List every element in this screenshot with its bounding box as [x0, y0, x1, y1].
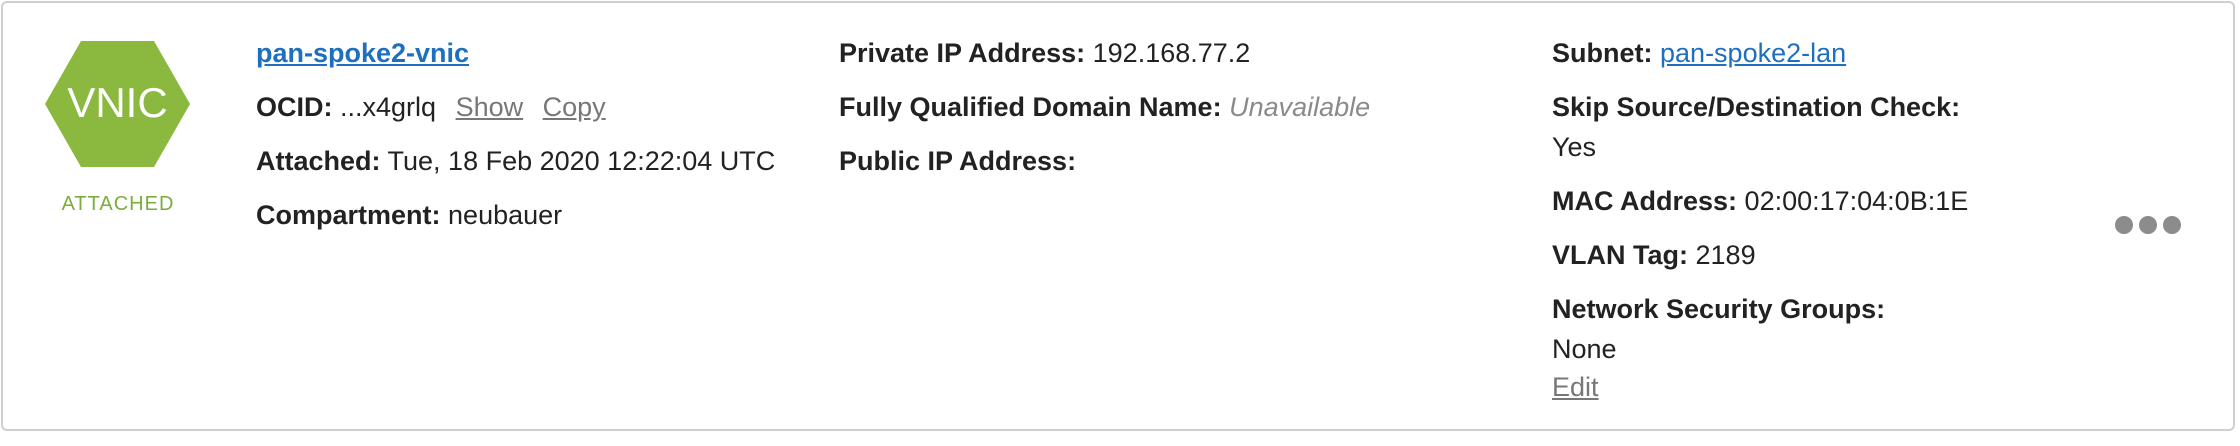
menu-dot	[2139, 216, 2157, 234]
vlan-tag-label: VLAN Tag:	[1552, 240, 1688, 270]
fqdn-value: Unavailable	[1229, 92, 1371, 122]
menu-dot	[2163, 216, 2181, 234]
compartment-label: Compartment:	[256, 200, 441, 230]
ocid-value: ...x4grlq	[340, 92, 437, 122]
mac-address-value: 02:00:17:04:0B:1E	[1744, 186, 1969, 216]
mac-address-label: MAC Address:	[1552, 186, 1738, 216]
skip-check-value: Yes	[1552, 132, 1597, 162]
vnic-details-column-2: Private IP Address: 192.168.77.2 Fully Q…	[839, 33, 1499, 195]
private-ip-value: 192.168.77.2	[1092, 38, 1251, 68]
nsg-value: None	[1552, 334, 1617, 364]
nsg-label: Network Security Groups:	[1552, 294, 1886, 324]
subnet-label: Subnet:	[1552, 38, 1653, 68]
menu-dot	[2115, 216, 2133, 234]
vnic-details-column-3: Subnet: pan-spoke2-lan Skip Source/Desti…	[1552, 33, 2052, 421]
skip-check-label: Skip Source/Destination Check:	[1552, 92, 1961, 122]
vnic-name-link[interactable]: pan-spoke2-vnic	[256, 38, 469, 68]
public-ip-label: Public IP Address:	[839, 146, 1077, 176]
vnic-badge-text: VNIC	[67, 79, 167, 126]
attached-label: Attached:	[256, 146, 381, 176]
attached-value: Tue, 18 Feb 2020 12:22:04 UTC	[387, 146, 776, 176]
edit-nsg-link[interactable]: Edit	[1552, 372, 1599, 402]
compartment-value: neubauer	[448, 200, 563, 230]
copy-ocid-link[interactable]: Copy	[543, 92, 606, 122]
more-actions-menu-icon[interactable]	[2115, 213, 2185, 237]
vlan-tag-value: 2189	[1695, 240, 1756, 270]
fqdn-label: Fully Qualified Domain Name:	[839, 92, 1222, 122]
vnic-details-column-1: pan-spoke2-vnic OCID: ...x4grlq Show Cop…	[256, 33, 796, 249]
subnet-link[interactable]: pan-spoke2-lan	[1660, 38, 1846, 68]
private-ip-label: Private IP Address:	[839, 38, 1086, 68]
vnic-card: VNIC ATTACHED pan-spoke2-vnic OCID: ...x…	[1, 1, 2235, 431]
ocid-label: OCID:	[256, 92, 333, 122]
show-ocid-link[interactable]: Show	[456, 92, 524, 122]
status-label: ATTACHED	[61, 193, 175, 215]
vnic-hexagon-icon: VNIC	[45, 41, 190, 167]
